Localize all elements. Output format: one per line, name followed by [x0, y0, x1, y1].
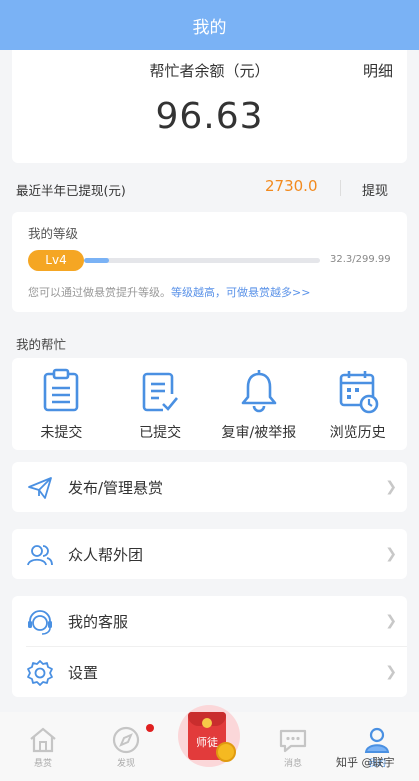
withdraw-divider	[340, 180, 341, 196]
group-card: 众人帮外团 ❯	[12, 529, 407, 579]
balance-card: 帮忙者余额（元） 明细 96.63	[12, 50, 407, 163]
menu-row-label: 众人帮外团	[68, 546, 144, 564]
help-item-label: 复审/被举报	[221, 425, 297, 441]
help-item-label: 未提交	[40, 425, 83, 441]
menu-row-label: 我的客服	[68, 613, 129, 631]
page-title: 我的	[192, 17, 227, 38]
gear-icon	[27, 660, 53, 686]
home-icon	[30, 727, 56, 753]
tab-label: 发现	[116, 759, 135, 769]
level-tip-text: 您可以通过做悬赏提升等级。	[28, 286, 171, 299]
watermark: 知乎 @联宇	[336, 756, 395, 769]
menu-row-label: 发布/管理悬赏	[68, 479, 164, 497]
compass-icon	[112, 726, 140, 754]
menu-row-label: 设置	[68, 664, 99, 682]
menu-row-group[interactable]: 众人帮外团 ❯	[12, 529, 407, 579]
tab-discover[interactable]: 发现	[101, 724, 151, 769]
level-badge: Lv4	[28, 250, 84, 271]
paper-plane-icon	[28, 477, 52, 499]
level-title: 我的等级	[28, 226, 79, 241]
help-item-submitted[interactable]: 已提交	[111, 358, 210, 450]
balance-label: 帮忙者余额（元）	[149, 62, 270, 80]
help-item-unsubmitted[interactable]: 未提交	[12, 358, 111, 450]
person-icon	[364, 727, 390, 753]
help-item-history[interactable]: 浏览历史	[308, 358, 407, 450]
chevron-right-icon: ❯	[385, 664, 397, 680]
clipboard-icon	[44, 368, 79, 412]
balance-amount: 96.63	[155, 96, 264, 137]
withdraw-label: 最近半年已提现(元)	[16, 183, 126, 198]
checklist-icon	[142, 372, 179, 412]
menu-row-service[interactable]: 我的客服 ❯	[12, 596, 407, 647]
notification-dot	[146, 724, 154, 732]
level-progress-fill	[84, 258, 110, 263]
level-progress-bar	[84, 258, 320, 263]
chevron-right-icon: ❯	[385, 479, 397, 495]
help-item-label: 浏览历史	[329, 425, 386, 441]
help-section-title: 我的帮忙	[16, 337, 67, 352]
page-header: 我的	[0, 0, 419, 50]
coin-icon	[202, 718, 212, 728]
level-card: 我的等级 Lv4 32.3/299.99 您可以通过做悬赏提升等级。等级越高，可…	[12, 212, 407, 312]
tab-label: 消息	[283, 759, 302, 769]
headset-icon	[28, 610, 52, 635]
help-card: 未提交 已提交 复审/被举报 浏览历史	[12, 358, 407, 450]
tab-bounty[interactable]: 悬赏	[18, 724, 68, 769]
tab-label: 悬赏	[33, 759, 52, 769]
level-tip: 您可以通过做悬赏提升等级。等级越高，可做悬赏越多>>	[28, 284, 310, 300]
menu-row-publish[interactable]: 发布/管理悬赏 ❯	[12, 462, 407, 512]
chevron-right-icon: ❯	[385, 546, 397, 562]
service-card: 我的客服 ❯ 设置 ❯	[12, 596, 407, 697]
detail-link[interactable]: 明细	[363, 60, 393, 81]
coin-stack-icon	[216, 742, 236, 762]
tab-messages[interactable]: 消息	[268, 724, 318, 769]
level-tip-link[interactable]: 等级越高，可做悬赏越多>>	[171, 286, 310, 299]
publish-card: 发布/管理悬赏 ❯	[12, 462, 407, 512]
level-progress-text: 32.3/299.99	[330, 254, 391, 265]
chevron-right-icon: ❯	[385, 613, 397, 629]
menu-row-settings[interactable]: 设置 ❯	[12, 647, 407, 697]
calendar-clock-icon	[339, 371, 378, 414]
help-item-label: 已提交	[139, 425, 182, 441]
withdraw-amount: 2730.0	[265, 177, 318, 195]
withdraw-button[interactable]: 提现	[362, 180, 388, 199]
group-icon	[27, 545, 53, 566]
chat-icon	[279, 729, 307, 753]
withdraw-row: 最近半年已提现(元) 2730.0 提现	[0, 172, 419, 202]
help-item-review[interactable]: 复审/被举报	[210, 358, 309, 450]
bell-icon	[241, 370, 277, 413]
